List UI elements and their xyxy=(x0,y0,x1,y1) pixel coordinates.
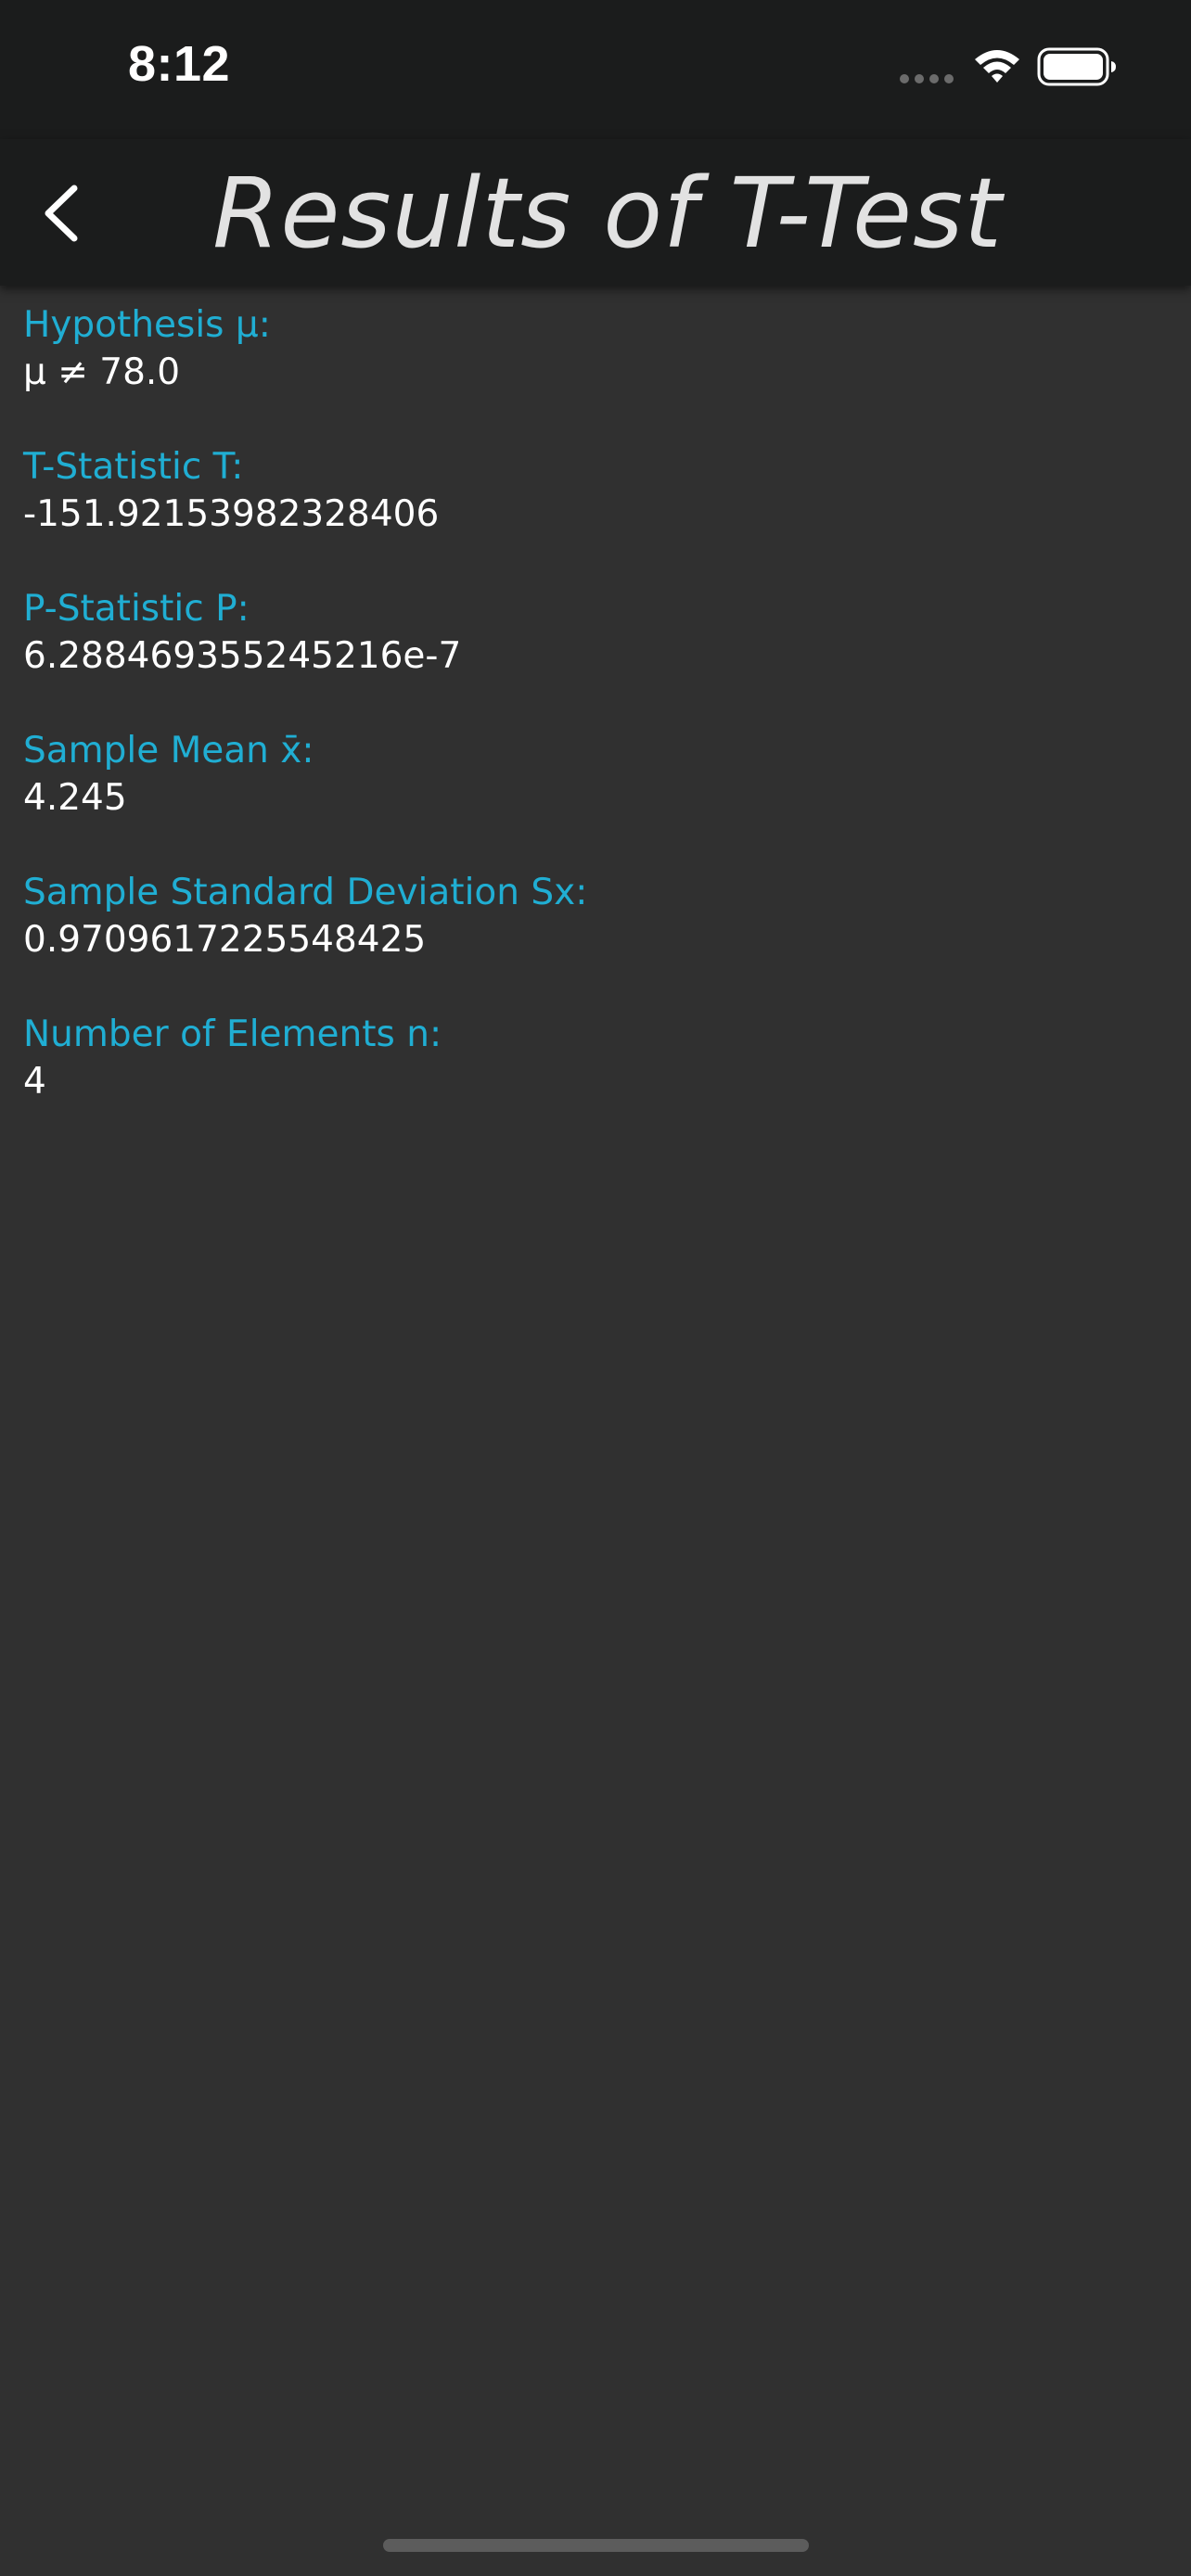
result-t-statistic: T-Statistic T: -151.92153982328406 xyxy=(23,444,1164,586)
result-label: Sample Mean x̄: xyxy=(23,730,314,772)
result-p-statistic: P-Statistic P: 6.288469355245216e-7 xyxy=(23,586,1164,728)
home-indicator[interactable] xyxy=(383,2539,809,2552)
signal-icon xyxy=(900,74,954,83)
result-sample-mean: Sample Mean x̄: 4.245 xyxy=(23,728,1164,870)
result-value: 0.9709617225548425 xyxy=(23,919,427,961)
result-hypothesis: Hypothesis μ: μ ≠ 78.0 xyxy=(23,302,1164,444)
status-time: 8:12 xyxy=(128,36,231,92)
results-list: Hypothesis μ: μ ≠ 78.0 T-Statistic T: -1… xyxy=(23,302,1164,1154)
result-label: T-Statistic T: xyxy=(23,446,244,488)
result-value: μ ≠ 78.0 xyxy=(23,351,181,393)
status-bar: 8:12 xyxy=(0,0,1191,139)
result-number-of-elements: Number of Elements n: 4 xyxy=(23,1012,1164,1154)
result-value: -151.92153982328406 xyxy=(23,493,440,535)
page-title: Results of T-Test xyxy=(212,157,1003,270)
result-label: Hypothesis μ: xyxy=(23,304,271,346)
wifi-icon xyxy=(975,50,1019,83)
result-label: Number of Elements n: xyxy=(23,1014,442,1055)
battery-icon xyxy=(1037,47,1116,86)
result-value: 6.288469355245216e-7 xyxy=(23,635,462,677)
navigation-bar: Results of T-Test xyxy=(0,139,1191,286)
result-label: P-Statistic P: xyxy=(23,588,250,630)
result-value: 4.245 xyxy=(23,777,127,819)
result-label: Sample Standard Deviation Sx: xyxy=(23,872,588,913)
result-value: 4 xyxy=(23,1061,46,1103)
result-sample-std-deviation: Sample Standard Deviation Sx: 0.97096172… xyxy=(23,870,1164,1012)
